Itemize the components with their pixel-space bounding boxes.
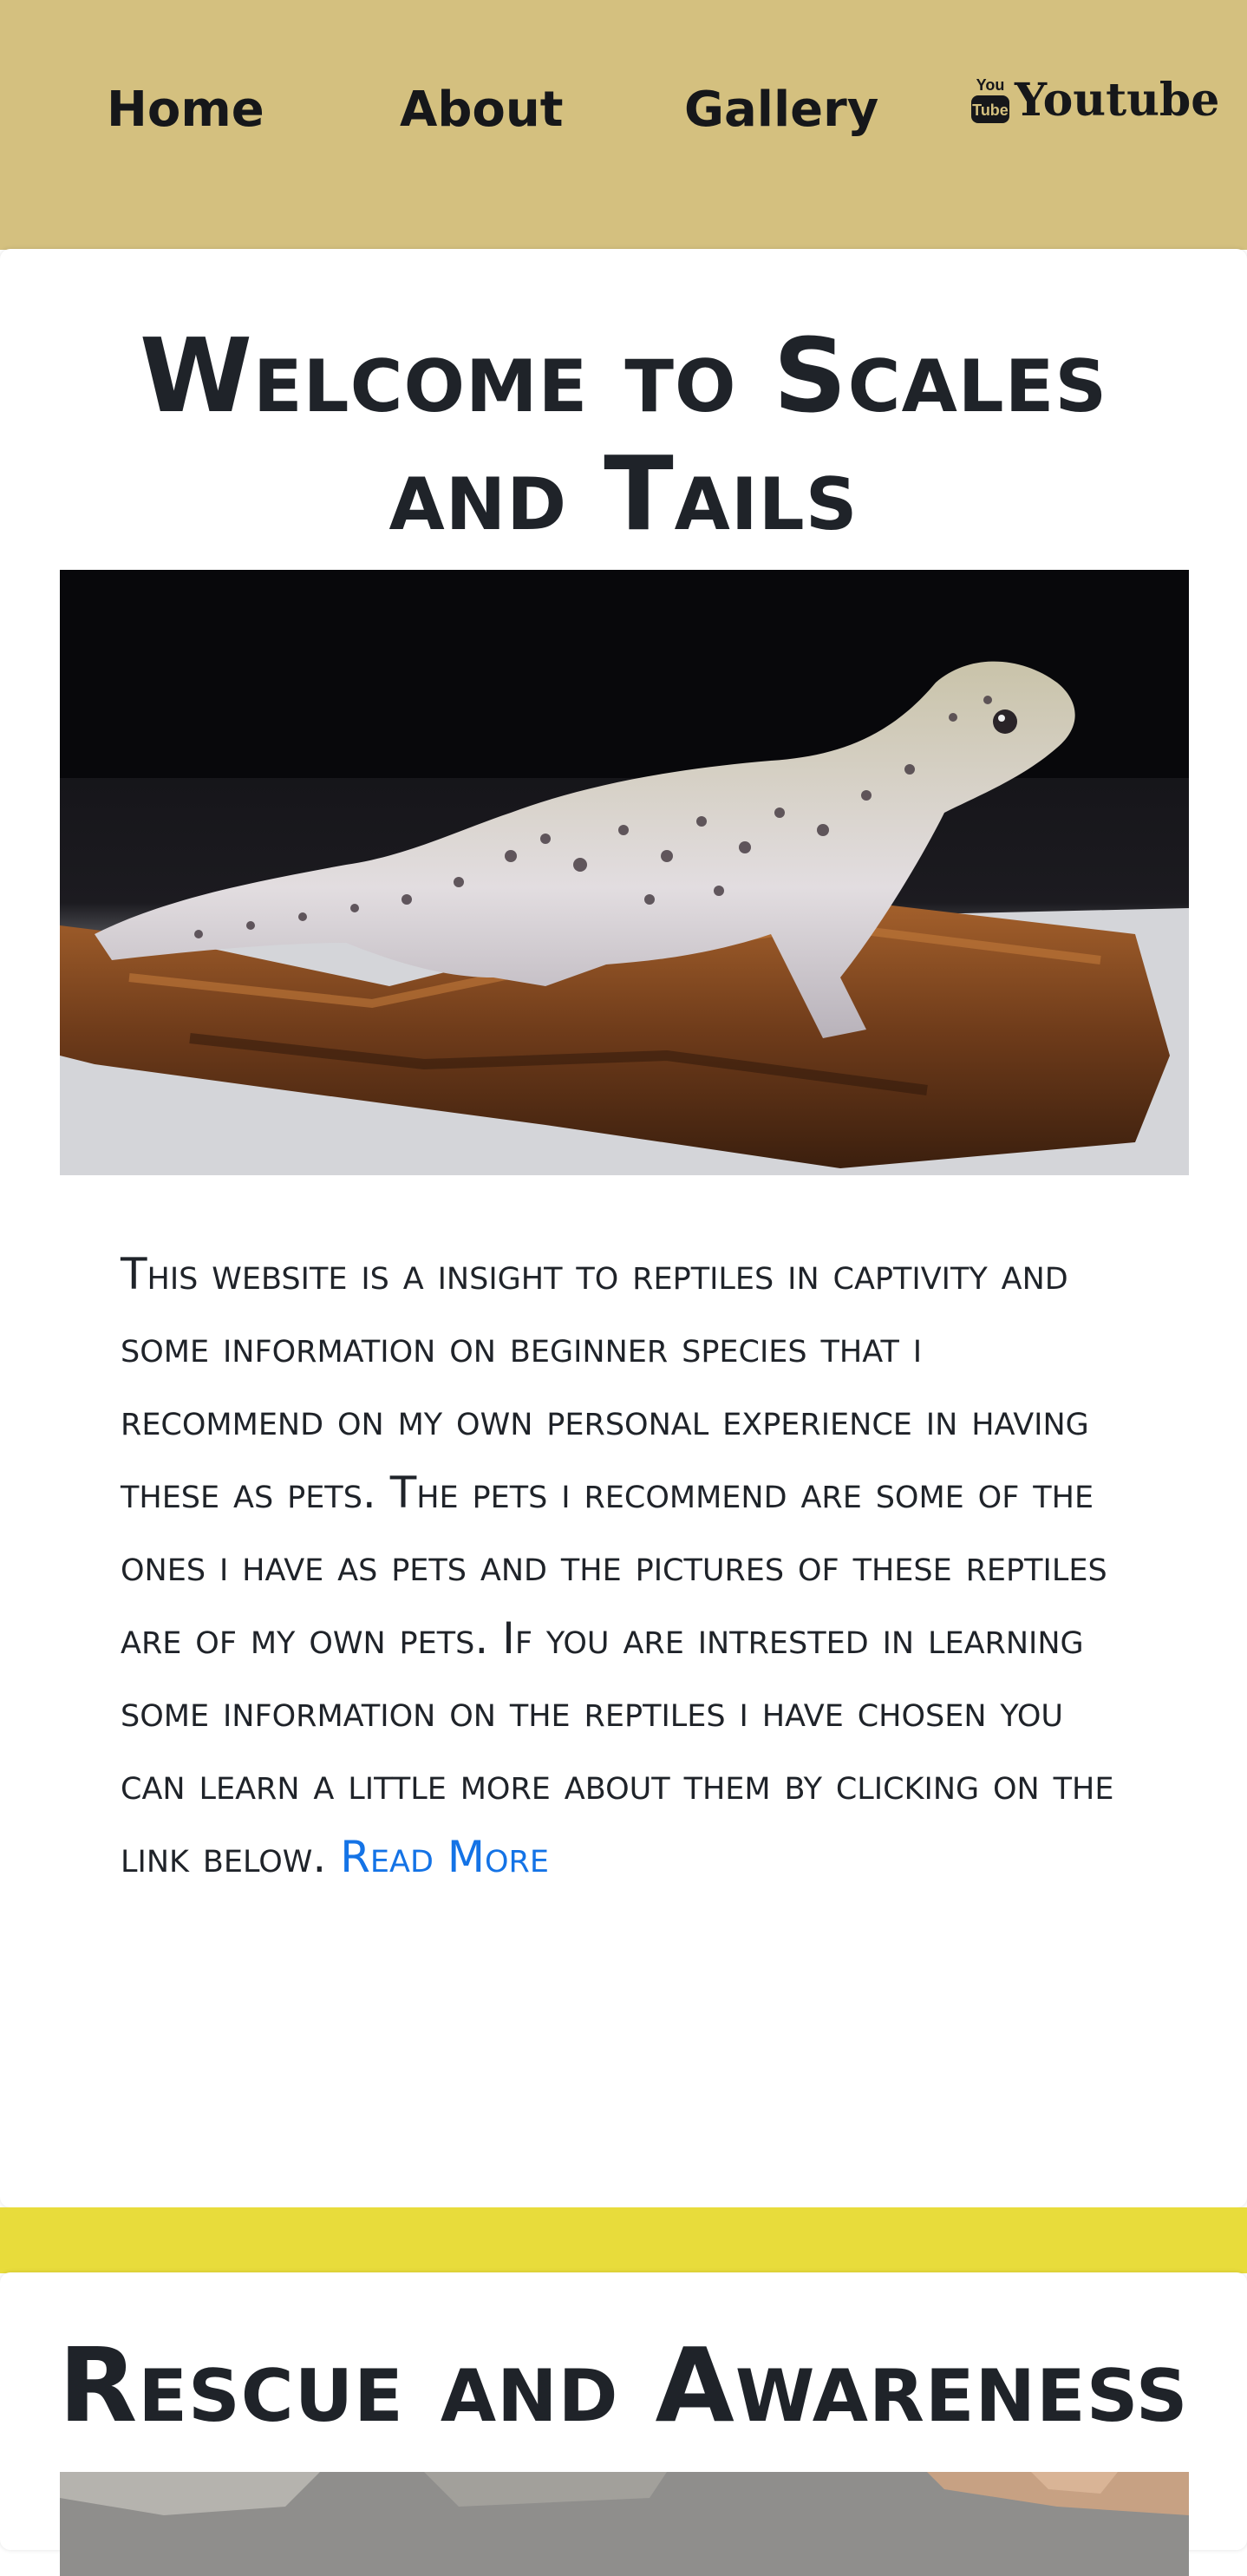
section-divider — [0, 2207, 1247, 2273]
intro-text: This website is a insight to reptiles in… — [121, 1249, 1114, 1882]
navbar: Home About Gallery You Tube Youtube — [0, 0, 1247, 250]
nav-about-link[interactable]: About — [400, 80, 564, 141]
welcome-card: Welcome to Scales and Tails This website… — [0, 249, 1247, 2207]
nav-home-link[interactable]: Home — [107, 80, 264, 141]
rescue-title: Rescue and Awareness — [58, 2325, 1189, 2445]
welcome-title: Welcome to Scales and Tails — [139, 316, 1108, 553]
read-more-link[interactable]: Read More — [340, 1832, 549, 1882]
leopard-gecko-photo — [60, 570, 1189, 1175]
rescue-photo — [60, 2472, 1189, 2576]
intro-paragraph: This website is a insight to reptiles in… — [121, 1238, 1126, 1893]
rescue-card: Rescue and Awareness — [0, 2272, 1247, 2576]
svg-text:Tube: Tube — [972, 101, 1009, 119]
youtube-icon: You Tube — [970, 75, 1011, 125]
youtube-label: Youtube — [1015, 73, 1220, 127]
svg-text:You: You — [976, 76, 1005, 94]
nav-gallery-link[interactable]: Gallery — [684, 80, 878, 141]
nav-youtube-link[interactable]: You Tube Youtube — [970, 69, 1219, 130]
